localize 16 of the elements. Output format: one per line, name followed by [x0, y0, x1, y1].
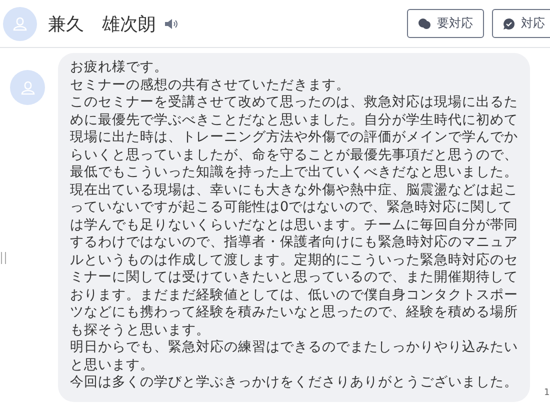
message-text: このセミナーを受講させて改めて思ったのは、救急対応は現場に出るために最優先で学ぶべきことだなと思いました。自分が学生時代に初めて現場に出た時は、トレーニング方法や外傷での評価がメインで学んでからいくと思っていましたが、命を守ることが最優先事項だと思うので、最低でもこういった知識を持った上で出ていくべきだなと思いました。 — [70, 94, 518, 182]
check-bubble-icon — [503, 18, 515, 30]
chat-bubbles-icon — [418, 18, 431, 30]
message-time: 1 — [544, 388, 550, 398]
message-text: セミナーの感想の共有させていただきます。 — [70, 76, 351, 94]
user-icon — [20, 80, 36, 96]
status-button[interactable]: 対応 — [492, 9, 550, 38]
resize-handle[interactable] — [1, 252, 6, 264]
message-text: 今回は多くの学びと学ぶきっかけをくださりありがとうございました。 — [70, 374, 518, 392]
message-text: お疲れ様です。 — [70, 59, 169, 76]
status-button[interactable]: 要対応 — [407, 9, 484, 38]
message-text: 現在出ている現場は、幸いにも大きな外傷や熱中症、脳震盪などは起こっていないですが起こる可能性は0ではないので、緊急時対応に関しては学んでも足りないくらいだなとは思います。チームに毎回自分が帯同するわけではないので、指導者・保護者向けにも緊急時対応のマニュアルというものは作成して渡します。定期的にこういった緊急時対応のセミナーに関しては受けていきたいと思っているので、また開催期待しております。まだまだ経験値としては、低いので僕自身コンタクトスポーツなどにも携わって経験を積みたいなと思ったので、経験を積める場所も探そうと思います。 — [70, 182, 518, 339]
speaker-icon[interactable] — [164, 18, 178, 30]
message-text: 明日からでも、緊急対応の練習はできるのでまたしっかりやり込みたいと思います。 — [70, 339, 518, 374]
user-icon — [12, 16, 28, 32]
contact-name: 兼久 雄次朗 — [48, 12, 156, 36]
